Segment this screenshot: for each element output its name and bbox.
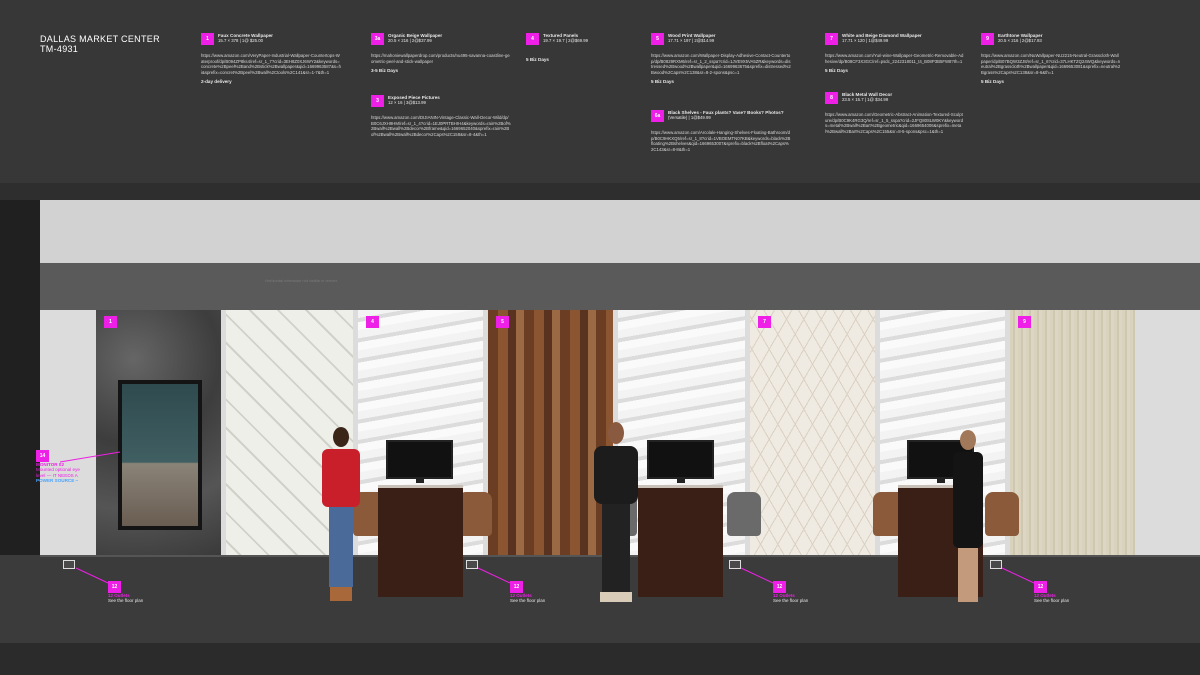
- product-price: 17.71 × 197 | 2@$14.99: [668, 38, 715, 44]
- project-title: DALLAS MARKET CENTER TM-4931: [40, 34, 160, 54]
- power-outlet: [63, 560, 75, 569]
- outlet-note: See the floor plan: [773, 598, 809, 603]
- header-beam: [40, 263, 1200, 310]
- monitor-image: [122, 384, 198, 526]
- outlet-callout: 12 12 Outlets See the floor plan: [108, 581, 143, 603]
- desk-monitor: [647, 440, 714, 483]
- panel-badge: 9: [1018, 316, 1031, 328]
- panel-badge: 7: [758, 316, 771, 328]
- callout-badge: 12: [108, 581, 121, 593]
- callout-badge: 12: [1034, 581, 1047, 593]
- delivery-note: 5 Biz Days: [651, 79, 674, 85]
- panel-badge: 1: [104, 316, 117, 328]
- callout-badge: 12: [510, 581, 523, 593]
- outlet-callout: 12 12 Outlets See the floor plan: [1034, 581, 1069, 603]
- outlet-note: See the floor plan: [108, 598, 144, 603]
- item-badge: 5: [651, 33, 664, 45]
- person-man-black-sweater: [592, 420, 640, 605]
- product-link[interactable]: https://www.amazon.com/Arcolale-Hanging-…: [651, 130, 791, 152]
- product-note-3: 3 Exposed Piece Pictures 12 × 16 | 3@$13.…: [371, 95, 511, 137]
- monitor-note-3: POWER SOURCE ~: [36, 478, 79, 484]
- product-price: 20.5 × 216 | 2@$17.93: [998, 38, 1042, 44]
- panel-badge: 4: [366, 316, 379, 328]
- soffit: [40, 200, 1200, 263]
- product-link[interactable]: https://www.amazon.com/Geometric-Abstrac…: [825, 112, 965, 134]
- faint-annotation: Horizontal extension not visible in rend…: [265, 278, 338, 283]
- wall-monitor: [118, 380, 202, 530]
- panel-grasscloth: 9: [1010, 310, 1135, 555]
- booth-number: TM-4931: [40, 44, 79, 54]
- power-outlet: [990, 560, 1002, 569]
- product-note-3a: 3a Organic Beige Wallpaper 20.5 × 216 | 2…: [371, 33, 511, 74]
- power-outlet: [466, 560, 478, 569]
- item-badge: 3a: [371, 33, 384, 45]
- chair: [458, 492, 492, 536]
- outlet-note: See the floor plan: [1034, 598, 1070, 603]
- product-price: 19.7 × 19.7 | 2@$69.99: [543, 38, 589, 44]
- product-link[interactable]: https://www.amazon.com/VeryPaper-Industr…: [201, 53, 341, 75]
- desk: [378, 485, 463, 597]
- power-outlet: [729, 560, 741, 569]
- person-woman-black-dress: [945, 428, 991, 608]
- delivery-note: 5 Biz Days: [981, 79, 1004, 85]
- product-note-1: 1 Faux Concrete Wallpaper 15.7 × 378 | 1@…: [201, 33, 341, 85]
- outlet-callout: 12 12 Outlets See the floor plan: [773, 581, 808, 603]
- product-note-4: 4 Textured Panels 19.7 × 19.7 | 2@$69.99 …: [526, 33, 626, 63]
- product-note-9: 9 Earthtone Wallpaper 20.5 × 216 | 2@$17.…: [981, 33, 1121, 85]
- venue-name: DALLAS MARKET CENTER: [40, 34, 160, 44]
- callout-badge: 12: [773, 581, 786, 593]
- product-price: 15.7 × 378 | 1@ $25.00: [218, 38, 264, 44]
- product-note-6a: 6a Black Shelves - Faux plants? Vase? Bo…: [651, 110, 791, 152]
- item-badge: 4: [526, 33, 539, 45]
- outlet-callout: 12 12 Outlets See the floor plan: [510, 581, 545, 603]
- item-badge: 6a: [651, 110, 664, 122]
- product-price: 20.5 × 216 | 2@$37.99: [388, 38, 432, 44]
- ceiling-edge: [0, 183, 1200, 200]
- delivery-note: 5 Biz Days: [526, 57, 549, 62]
- product-link[interactable]: https://www.amazon.com/Yuri-wine-Wallpap…: [825, 53, 965, 64]
- product-note-7: 7 White and Beige Diamond Wallpaper 17.71…: [825, 33, 965, 74]
- callout-badge: 14: [36, 450, 49, 462]
- product-link[interactable]: https://www.amazon.com/NuWallpaper-NU221…: [981, 53, 1121, 75]
- item-badge: 1: [201, 33, 214, 45]
- panel-diamond: 7: [750, 310, 875, 555]
- item-badge: 7: [825, 33, 838, 45]
- outlet-note: See the floor plan: [510, 598, 546, 603]
- product-note-8: 8 Black Metal Wall Decor 23.5 × 15.7 | 1@…: [825, 92, 965, 134]
- delivery-note: 3-5 Biz Days: [371, 68, 399, 74]
- product-link[interactable]: https://mahoniewallpaperdrop.com/product…: [371, 53, 511, 64]
- booth-elevation: DALLAS MARKET CENTER TM-4931 1 Faux Conc…: [0, 0, 1200, 675]
- bottom-band: [0, 643, 1200, 675]
- chair: [727, 492, 761, 536]
- person-woman-red-jacket: [318, 425, 364, 607]
- item-badge: 9: [981, 33, 994, 45]
- product-price: (Versatile) | 1@$49.99: [668, 115, 711, 121]
- desk: [638, 485, 723, 597]
- product-note-5: 5 Wood Print Wallpaper 17.71 × 197 | 2@$1…: [651, 33, 791, 85]
- delivery-note: 2-day delivery: [201, 79, 232, 85]
- product-link[interactable]: https://www.amazon.com/Wallpaper-Display…: [651, 53, 791, 75]
- product-price: 23.5 × 15.7 | 1@ $34.99: [842, 97, 889, 103]
- delivery-note: 5 Biz Days: [825, 68, 848, 74]
- product-price: 17.71 × 120 | 1@$49.99: [842, 38, 889, 44]
- monitor-callout: 14 MONITOR 02 Mounted optional eye level…: [36, 450, 116, 484]
- desk-monitor: [386, 440, 453, 483]
- item-badge: 8: [825, 92, 838, 104]
- product-price: 12 × 16 | 3@$13.99: [388, 100, 426, 106]
- item-badge: 3: [371, 95, 384, 107]
- panel-badge: 5: [496, 316, 509, 328]
- spec-sheet-band: [0, 0, 1200, 183]
- product-link[interactable]: https://www.amazon.com/DIJIANIN-Vintage-…: [371, 115, 511, 137]
